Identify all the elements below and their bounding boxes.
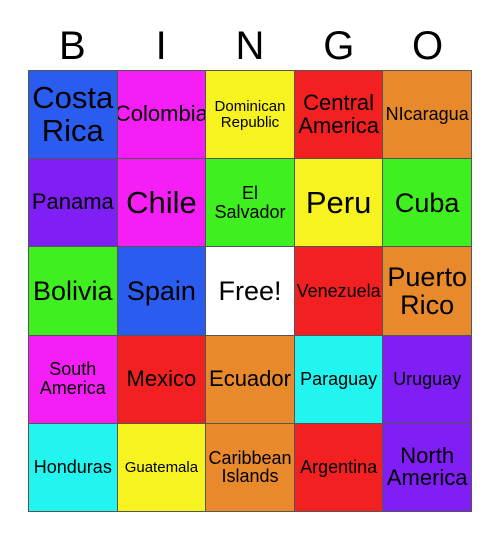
bingo-cell-label: Costa Rica [32, 80, 114, 148]
bingo-cell[interactable]: Spain [117, 247, 207, 336]
bingo-cell[interactable]: Uruguay [383, 335, 472, 424]
bingo-cell-label: Spain [126, 275, 196, 306]
bingo-cell[interactable]: Free! [206, 247, 295, 336]
bingo-cell-label: Uruguay [393, 368, 462, 389]
bingo-cell-label: El Salvador [214, 183, 286, 222]
bingo-cell-label: Free! [218, 275, 282, 306]
bingo-cell[interactable]: Panama [29, 159, 118, 248]
bingo-cell-label: Cuba [394, 187, 460, 218]
bingo-cell[interactable]: Mexico [117, 335, 207, 424]
bingo-cell[interactable]: Puerto Rico [383, 247, 472, 336]
bingo-cell[interactable]: Paraguay [294, 335, 384, 424]
bingo-cell-label: Argentina [300, 457, 378, 478]
bingo-cell[interactable]: NIcaragua [383, 71, 472, 160]
bingo-cell-label: Peru [305, 184, 372, 220]
bingo-cell[interactable]: Colombia [117, 71, 207, 160]
bingo-cell[interactable]: Ecuador [206, 335, 295, 424]
header-letter-o: O [412, 24, 444, 68]
bingo-cell[interactable]: Peru [294, 159, 384, 248]
bingo-cell-label: Bolivia [33, 275, 113, 306]
bingo-cell-label: Colombia [117, 101, 207, 127]
bingo-cell[interactable]: South America [29, 335, 118, 424]
bingo-cell-label: South America [39, 359, 106, 399]
bingo-cell-label: Honduras [33, 457, 112, 478]
bingo-cell-label: Venezuela [296, 280, 381, 301]
bingo-cell[interactable]: Chile [117, 159, 207, 248]
bingo-cell[interactable]: Caribbean Islands [206, 423, 295, 512]
bingo-cell[interactable]: Argentina [294, 423, 384, 512]
bingo-cell-label: Central America [298, 89, 379, 138]
bingo-card: B I N G O Costa Rica Colombia Dominican Re… [0, 0, 500, 544]
bingo-cell-label: NIcaragua [385, 104, 469, 125]
bingo-cell[interactable]: Central America [294, 71, 384, 160]
bingo-cell-label: Mexico [126, 365, 197, 391]
bingo-cell-label: Paraguay [300, 368, 378, 389]
bingo-cell-label: Caribbean Islands [208, 447, 292, 487]
bingo-cell-label: Chile [126, 184, 197, 220]
bingo-cell[interactable]: Venezuela [294, 247, 384, 336]
bingo-cell[interactable]: Bolivia [29, 247, 118, 336]
header-letter-g: G [323, 24, 355, 68]
bingo-cell[interactable]: Costa Rica [29, 71, 118, 160]
header-letter-n: N [235, 24, 265, 68]
bingo-cell-label: Puerto Rico [387, 261, 467, 320]
bingo-cell-label: Ecuador [209, 365, 291, 391]
bingo-cell[interactable]: Cuba [383, 159, 472, 248]
bingo-cell[interactable]: Dominican Republic [206, 71, 295, 160]
header-letter-b: B [59, 24, 86, 68]
header-letter-i: I [155, 24, 167, 68]
bingo-cell-label: Guatemala [124, 458, 199, 476]
bingo-cell-label: North America [386, 442, 468, 491]
bingo-grid: Costa Rica Colombia Dominican Republic Cent… [28, 70, 472, 512]
bingo-cell[interactable]: North America [383, 423, 472, 512]
bingo-cell-label: Panama [31, 189, 114, 215]
bingo-cell[interactable]: Guatemala [117, 423, 207, 512]
bingo-cell-label: Dominican Republic [214, 98, 286, 131]
bingo-cell[interactable]: Honduras [29, 423, 118, 512]
bingo-header: B I N G O [28, 22, 472, 70]
bingo-cell[interactable]: El Salvador [206, 159, 295, 248]
